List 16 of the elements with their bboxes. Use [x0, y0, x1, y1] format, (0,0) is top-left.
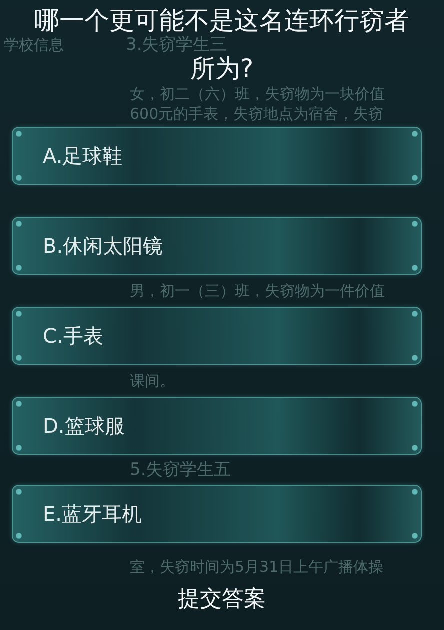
- answer-option[interactable]: D.篮球服: [12, 397, 422, 455]
- question-text: 哪一个更可能不是这名连环行窃者: [34, 6, 410, 36]
- question-text: 所为?: [190, 54, 254, 84]
- document-text: 女，初二（六）班，失窃物为一块价值: [130, 84, 385, 104]
- answer-option[interactable]: B.休闲太阳镜: [12, 217, 422, 275]
- answer-option[interactable]: A.足球鞋: [12, 127, 422, 185]
- section-heading: 3.失窃学生三: [126, 36, 228, 54]
- section-heading: 5.失窃学生五: [130, 461, 232, 479]
- submit-button[interactable]: 提交答案: [172, 585, 272, 615]
- sidebar-item: 学校信息: [3, 37, 65, 53]
- document-text: 600元的手表，失窃地点为宿舍，失窃: [130, 104, 384, 124]
- answer-option[interactable]: E.蓝牙耳机: [12, 485, 422, 543]
- answer-option[interactable]: C.手表: [12, 307, 422, 365]
- document-text: 男，初一（三）班，失窃物为一件价值: [130, 281, 385, 301]
- document-text: 课间。: [130, 371, 175, 391]
- document-text: 室，失窃时间为5月31日上午广播体操: [130, 557, 384, 577]
